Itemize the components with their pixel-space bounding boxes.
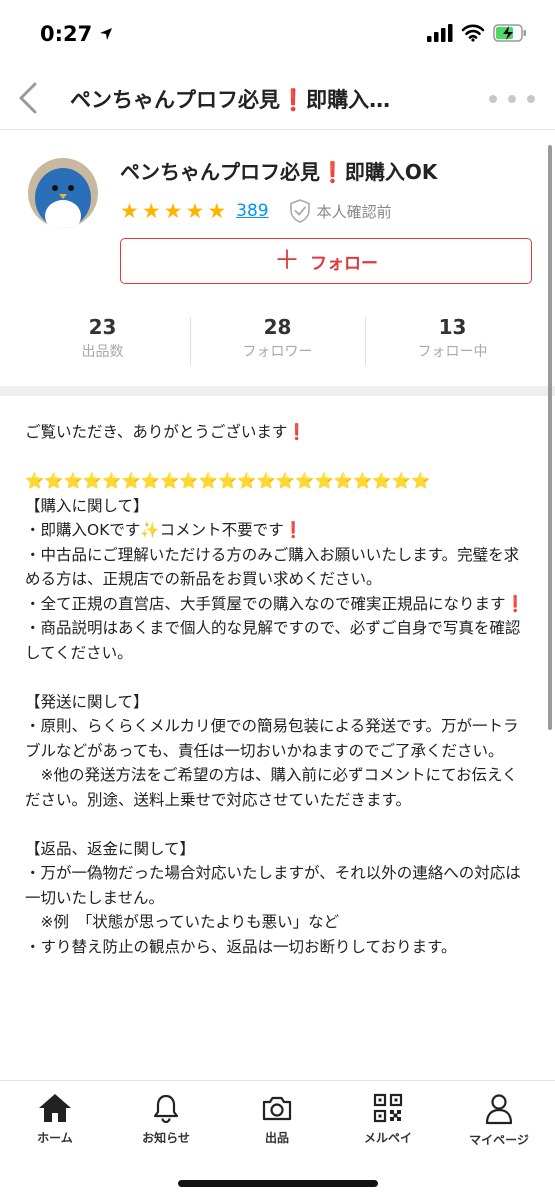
qr-code-icon xyxy=(373,1093,403,1123)
stat-label: 出品数 xyxy=(81,344,124,360)
tab-merpay[interactable]: メルペイ xyxy=(343,1093,433,1146)
nav-header: ペンちゃんプロフ必見❗即購入… xyxy=(0,70,555,130)
tab-label: お知らせ xyxy=(142,1131,190,1145)
profile-name: ペンちゃんプロフ必見❗即購入OK xyxy=(120,160,438,184)
location-arrow-icon xyxy=(100,28,113,40)
home-icon xyxy=(39,1094,71,1122)
stat-label: フォロー中 xyxy=(417,344,488,360)
stat-value: 23 xyxy=(88,315,117,339)
follow-button[interactable]: ＋ フォロー xyxy=(120,238,532,284)
stat-value: 28 xyxy=(263,315,292,339)
dot-icon xyxy=(527,95,535,103)
rating-row[interactable]: ★ ★ ★ ★ ★ 389 本人確認前 xyxy=(120,198,392,224)
more-options-button[interactable] xyxy=(489,84,535,114)
profile-description: ご覧いただき、ありがとうございます❗ ⭐⭐⭐⭐⭐⭐⭐⭐⭐⭐⭐⭐⭐⭐⭐⭐⭐⭐⭐⭐⭐… xyxy=(25,423,525,956)
stat-followers[interactable]: 28 フォロワー xyxy=(190,315,365,365)
rating-stars: ★ ★ ★ ★ ★ xyxy=(120,198,227,223)
follow-label: フォロー xyxy=(310,253,378,274)
plus-icon: ＋ xyxy=(273,246,300,276)
tab-label: メルペイ xyxy=(363,1131,412,1145)
section-divider xyxy=(0,386,555,396)
scrollbar[interactable] xyxy=(548,145,552,730)
penguin-avatar-icon xyxy=(28,158,98,228)
tab-sell[interactable]: 出品 xyxy=(232,1093,322,1146)
avatar[interactable] xyxy=(28,158,98,228)
dot-icon xyxy=(508,95,516,103)
dot-icon xyxy=(489,95,497,103)
wifi-icon xyxy=(461,24,485,42)
tab-label: 出品 xyxy=(264,1131,289,1145)
person-icon xyxy=(485,1094,513,1125)
camera-icon xyxy=(262,1096,292,1121)
tab-home[interactable]: ホーム xyxy=(10,1093,100,1146)
stat-listings[interactable]: 23 出品数 xyxy=(15,315,190,365)
stat-label: フォロワー xyxy=(242,344,313,360)
star-icon: ★ xyxy=(163,198,183,223)
cellular-signal-icon xyxy=(427,24,453,42)
time-text: 0:27 xyxy=(40,22,93,46)
star-icon: ★ xyxy=(185,198,205,223)
tab-notifications[interactable]: お知らせ xyxy=(121,1093,211,1146)
tab-label: マイページ xyxy=(469,1133,529,1147)
rating-count-link[interactable]: 389 xyxy=(236,201,268,221)
tab-label: ホーム xyxy=(37,1131,73,1145)
shield-check-icon xyxy=(289,199,310,223)
battery-charging-icon xyxy=(493,24,526,42)
stat-following[interactable]: 13 フォロー中 xyxy=(365,315,540,365)
bell-icon xyxy=(153,1094,179,1123)
verification-label: 本人確認前 xyxy=(316,202,392,221)
stat-value: 13 xyxy=(438,315,467,339)
profile-stats: 23 出品数 28 フォロワー 13 フォロー中 xyxy=(15,315,540,365)
page-title: ペンちゃんプロフ必見❗即購入… xyxy=(70,88,391,112)
verification-status: 本人確認前 xyxy=(289,199,392,223)
star-icon: ★ xyxy=(141,198,161,223)
star-icon: ★ xyxy=(207,198,227,223)
back-button[interactable] xyxy=(8,76,48,120)
status-time: 0:27 xyxy=(40,22,114,46)
tab-mypage[interactable]: マイページ xyxy=(454,1093,544,1148)
home-indicator[interactable] xyxy=(178,1180,378,1187)
chevron-left-icon xyxy=(19,82,37,114)
star-icon: ★ xyxy=(120,198,139,223)
status-bar: 0:27 xyxy=(0,0,555,70)
